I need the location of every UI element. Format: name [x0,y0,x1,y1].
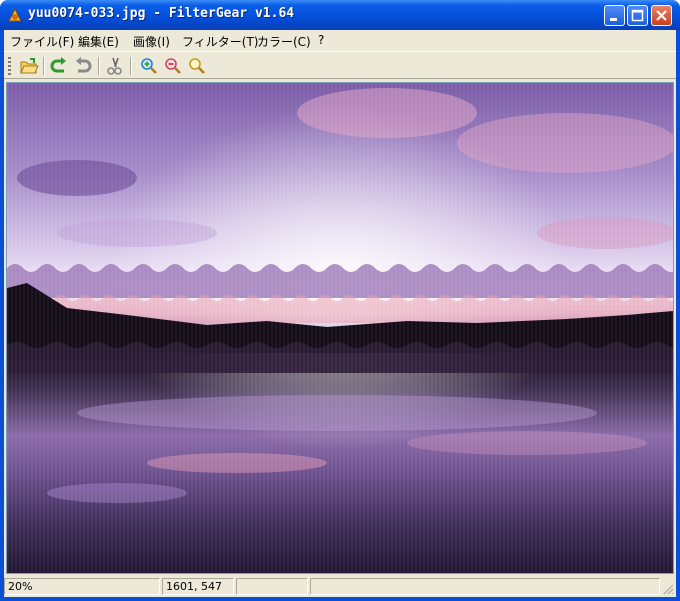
menu-help[interactable]: ? [318,33,324,47]
toolbar-separator [98,57,100,75]
window-title: yuu0074-033.jpg - FilterGear v1.64 [28,6,295,21]
toolbar [4,51,676,79]
menu-color[interactable]: カラー(C) [257,33,311,50]
menu-image[interactable]: 画像(I) [133,33,170,50]
zoom-in-icon[interactable] [139,56,159,76]
menu-file[interactable]: ファイル(F) [10,33,74,50]
menu-edit[interactable]: 編集(E) [78,33,119,50]
cut-icon[interactable] [105,56,125,76]
minimize-button[interactable] [604,5,625,26]
undo-icon[interactable] [49,56,69,76]
title-bar[interactable]: yuu0074-033.jpg - FilterGear v1.64 [0,0,680,30]
app-icon [8,7,22,22]
status-bar: 20% 1601, 547 [4,576,676,597]
toolbar-grip[interactable] [8,57,11,75]
menu-filter[interactable]: フィルター(T) [182,33,258,50]
toolbar-separator [130,57,132,75]
minimize-icon [610,18,617,21]
filtered-image [7,83,673,573]
client-area: ファイル(F) 編集(E) 画像(I) フィルター(T) カラー(C) ? 20… [4,30,676,597]
status-cell-3 [236,578,308,595]
resize-grip-icon[interactable] [662,583,674,595]
menu-bar: ファイル(F) 編集(E) 画像(I) フィルター(T) カラー(C) ? [4,30,676,50]
zoom-fit-icon[interactable] [187,56,207,76]
status-cell-4 [310,578,660,595]
redo-icon[interactable] [73,56,93,76]
status-zoom: 20% [4,578,160,595]
status-coordinates: 1601, 547 [162,578,234,595]
close-button[interactable] [651,5,672,26]
maximize-icon [631,9,644,22]
open-icon[interactable] [19,56,39,76]
zoom-out-icon[interactable] [163,56,183,76]
app-window: yuu0074-033.jpg - FilterGear v1.64 ファイル(… [0,0,680,601]
toolbar-separator [43,57,45,75]
image-canvas[interactable] [6,82,674,574]
close-icon [656,10,667,21]
maximize-button[interactable] [627,5,648,26]
